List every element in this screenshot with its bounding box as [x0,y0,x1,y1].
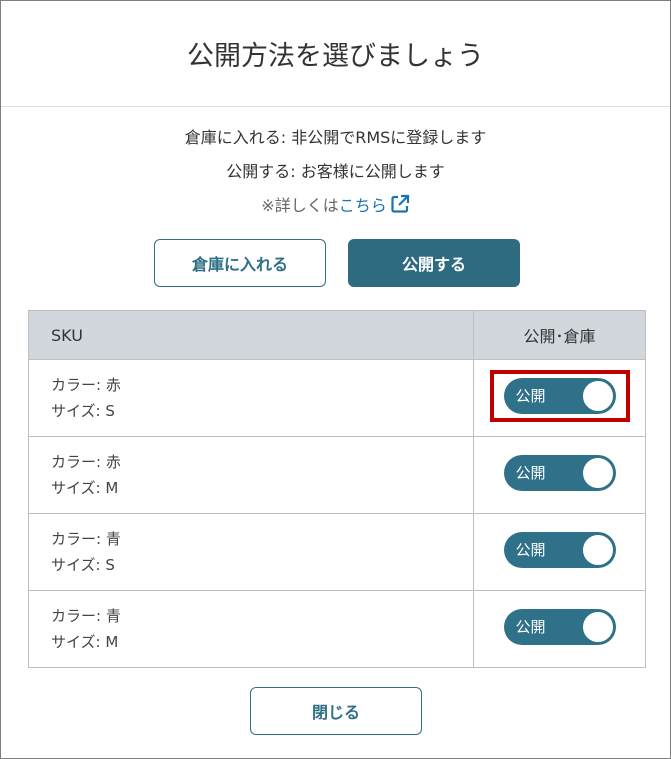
dialog-title: 公開方法を選びましょう [1,1,670,107]
table-row: カラー: 赤 サイズ: S 公開 [28,359,646,437]
publish-toggle[interactable]: 公開 [503,455,616,491]
toggle-label: 公開 [515,618,546,636]
toggle-knob [581,380,614,412]
warehouse-button[interactable]: 倉庫に入れる [154,239,326,287]
sku-size: サイズ: S [51,556,115,574]
table-row: カラー: 青 サイズ: M 公開 [28,590,646,668]
dialog-description: 倉庫に入れる: 非公開でRMSに登録します 公開する: お客様に公開します ※詳… [1,121,670,223]
publish-toggle[interactable]: 公開 [503,532,616,568]
table-row: カラー: 赤 サイズ: M 公開 [28,436,646,514]
status-cell: 公開 [473,436,646,514]
details-note: ※詳しくはこちら [1,189,670,223]
sku-cell: カラー: 赤 サイズ: S [28,359,474,437]
sku-size: サイズ: M [51,479,119,497]
details-link[interactable]: こちら [338,194,410,215]
sku-size: サイズ: S [51,402,115,420]
sku-table: SKU 公開･倉庫 カラー: 赤 サイズ: S 公開 カラー: 赤 サイズ: M… [28,310,646,668]
external-link-icon [391,194,409,213]
description-publish: 公開する: お客様に公開します [226,162,445,181]
toggle-label: 公開 [515,464,546,482]
toggle-knob [581,611,614,643]
details-link-label: こちら [338,196,387,215]
publish-method-dialog: 公開方法を選びましょう 倉庫に入れる: 非公開でRMSに登録します 公開する: … [0,0,671,759]
status-cell: 公開 [473,513,646,591]
toggle-knob [581,457,614,489]
toggle-knob [581,534,614,566]
sku-color: カラー: 赤 [51,453,121,471]
description-warehouse: 倉庫に入れる: 非公開でRMSに登録します [184,128,487,147]
sku-cell: カラー: 青 サイズ: M [28,590,474,668]
column-header-status: 公開･倉庫 [473,310,646,360]
highlight-box: 公開 [489,370,630,422]
sku-color: カラー: 青 [51,530,121,548]
toggle-label: 公開 [515,387,546,405]
toggle-container: 公開 [490,524,630,576]
status-cell: 公開 [473,359,646,437]
table-row: カラー: 青 サイズ: S 公開 [28,513,646,591]
toggle-label: 公開 [515,541,546,559]
publish-toggle[interactable]: 公開 [503,609,616,645]
column-header-sku: SKU [28,310,474,360]
publish-button[interactable]: 公開する [348,239,520,287]
publish-toggle[interactable]: 公開 [503,378,616,414]
toggle-container: 公開 [490,447,630,499]
sku-color: カラー: 青 [51,607,121,625]
sku-cell: カラー: 青 サイズ: S [28,513,474,591]
sku-size: サイズ: M [51,633,119,651]
details-note-prefix: ※詳しくは [261,196,339,215]
sku-color: カラー: 赤 [51,376,121,394]
close-button[interactable]: 閉じる [250,687,422,735]
status-cell: 公開 [473,590,646,668]
sku-cell: カラー: 赤 サイズ: M [28,436,474,514]
toggle-container: 公開 [490,601,630,653]
table-header-row: SKU 公開･倉庫 [28,310,646,360]
